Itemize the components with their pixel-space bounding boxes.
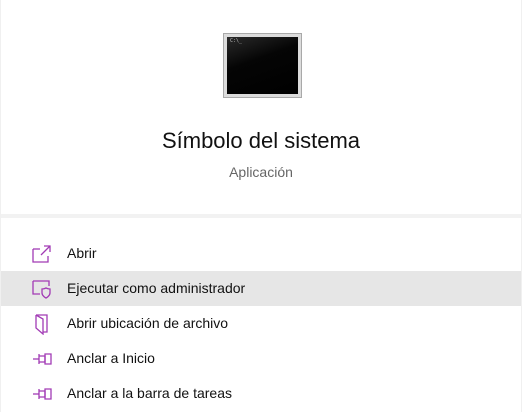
command-prompt-icon: C:\_ xyxy=(223,33,302,98)
menu-item-open[interactable]: Abrir xyxy=(1,236,521,271)
menu-item-label: Ejecutar como administrador xyxy=(67,280,246,296)
file-location-icon xyxy=(35,314,48,335)
menu-item-label: Anclar a Inicio xyxy=(67,350,155,366)
pin-icon xyxy=(33,388,52,400)
app-header: C:\_ Símbolo del sistema Aplicación xyxy=(1,0,521,214)
menu-item-pin-to-start[interactable]: Anclar a Inicio xyxy=(1,341,521,376)
console-screen: C:\_ xyxy=(227,37,298,94)
pin-icon xyxy=(33,353,52,365)
app-title: Símbolo del sistema xyxy=(161,128,361,153)
menu-item-label: Abrir xyxy=(67,245,97,261)
console-prompt: C:\_ xyxy=(230,38,243,44)
context-panel: C:\_ Símbolo del sistema Aplicación Abri… xyxy=(0,0,522,412)
menu-item-pin-to-taskbar[interactable]: Anclar a la barra de tareas xyxy=(1,376,521,411)
open-external-icon xyxy=(32,245,51,263)
action-menu: Abrir Ejecutar como administrador Abrir … xyxy=(1,236,521,411)
menu-item-label: Abrir ubicación de archivo xyxy=(67,315,229,331)
app-subtitle: Aplicación xyxy=(229,164,293,180)
menu-item-run-as-admin[interactable]: Ejecutar como administrador xyxy=(1,271,521,306)
divider xyxy=(1,214,521,218)
shield-admin-icon xyxy=(32,280,51,299)
menu-item-label: Anclar a la barra de tareas xyxy=(67,385,232,401)
menu-item-open-file-location[interactable]: Abrir ubicación de archivo xyxy=(1,306,521,341)
